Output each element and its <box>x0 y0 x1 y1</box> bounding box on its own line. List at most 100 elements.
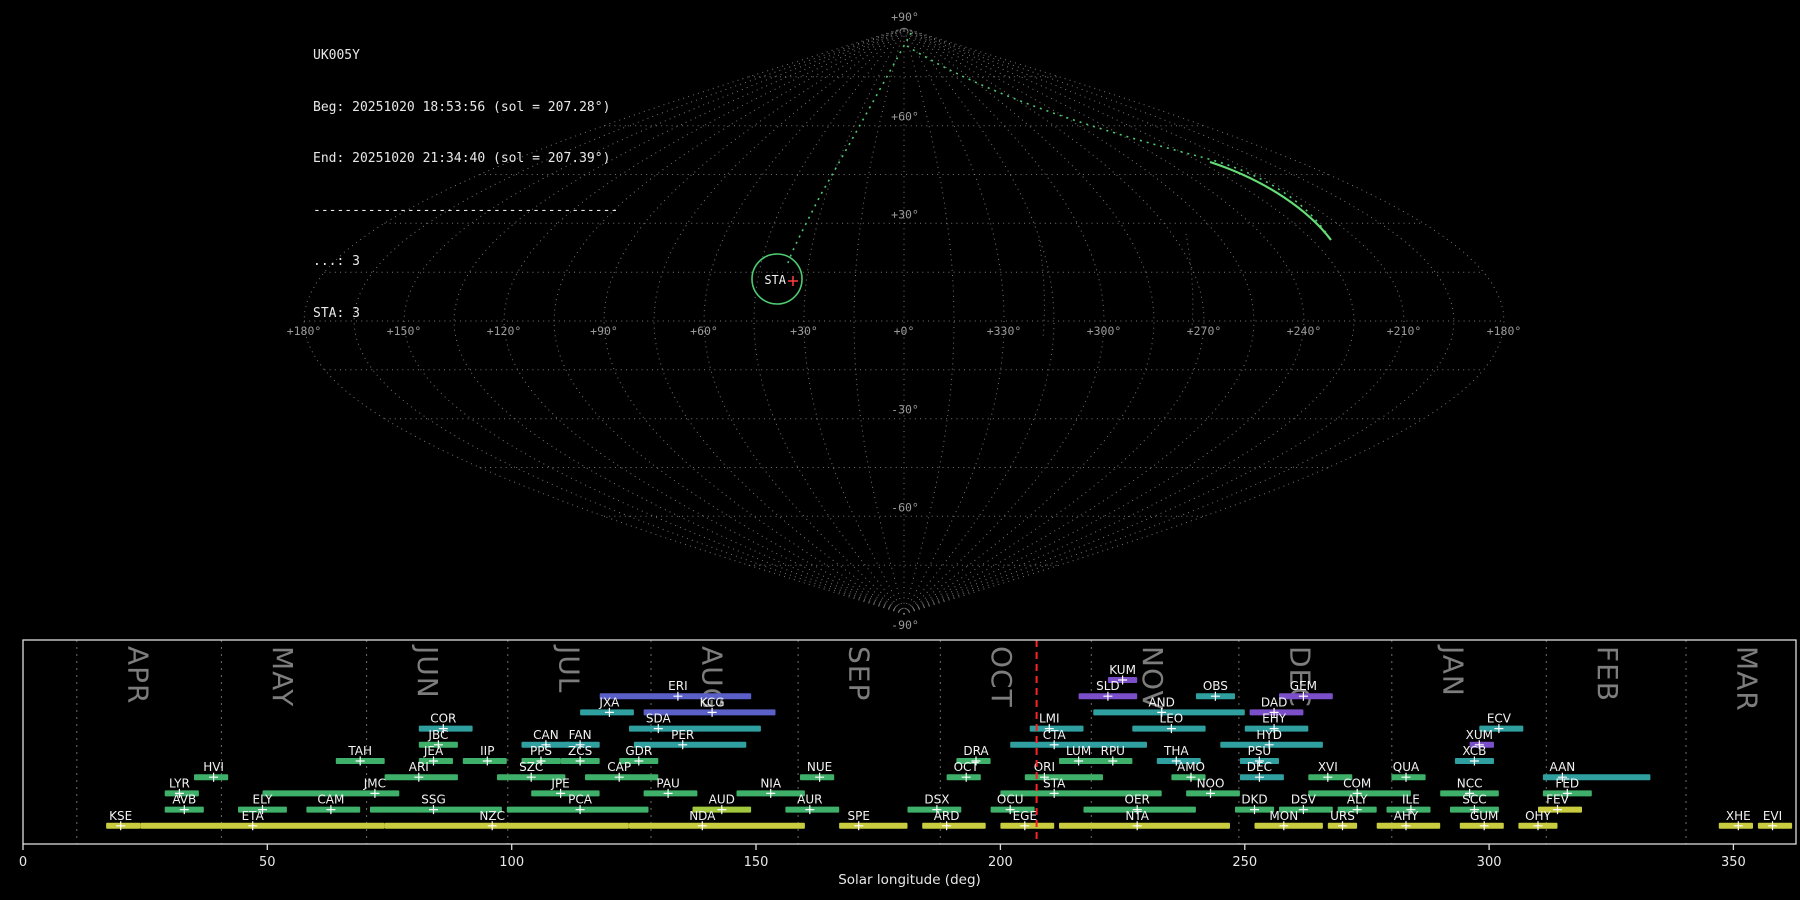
app-window: +180°+150°+120°+90°+60°+30°+0°+330°+300°… <box>0 0 1800 900</box>
shower-code-label: COM <box>1343 776 1371 790</box>
shower-NIA: NIA <box>737 776 805 798</box>
shower-code-label: NOO <box>1197 776 1225 790</box>
shower-KSE: KSE <box>106 809 140 831</box>
observation-info: UK005Y Beg: 20251020 18:53:56 (sol = 207… <box>313 13 618 356</box>
shower-code-label: FED <box>1555 776 1579 790</box>
shower-code-label: AHY <box>1394 809 1419 823</box>
shower-code-label: IIP <box>480 744 494 758</box>
x-axis-title: Solar longitude (deg) <box>838 872 981 888</box>
shower-NUE: NUE <box>800 760 834 782</box>
shower-SPE: SPE <box>839 809 907 831</box>
month-grid: APRMAYJUNJULAUGSEPOCTNOVDECJANFEBMAR <box>77 640 1764 844</box>
shower-code-label: CAN <box>533 728 559 742</box>
shower-code-label: DRA <box>963 744 989 758</box>
shower-code-label: XCB <box>1462 744 1486 758</box>
shower-code-label: JEA <box>423 744 444 758</box>
shower-code-label: HVI <box>203 760 224 774</box>
count-unclassified: ...: 3 <box>313 253 618 270</box>
shower-code-label: LMI <box>1039 712 1060 726</box>
shower-code-label: QUA <box>1393 760 1420 774</box>
shower-bar <box>385 823 629 829</box>
month-label: MAR <box>1731 646 1764 712</box>
shower-code-label: DSX <box>924 793 949 807</box>
shower-code-label: PAU <box>656 776 679 790</box>
shower-code-label: SPE <box>847 809 869 823</box>
shower-code-label: GDR <box>625 744 652 758</box>
shower-code-label: LYR <box>169 776 190 790</box>
shower-code-label: LEO <box>1160 712 1184 726</box>
shower-code-label: XUM <box>1466 728 1493 742</box>
shower-code-label: HYD <box>1256 728 1282 742</box>
shower-code-label: AAN <box>1550 760 1576 774</box>
shower-code-label: OCU <box>997 793 1024 807</box>
shower-code-label: EHY <box>1262 712 1287 726</box>
x-tick-label: 250 <box>1232 855 1257 870</box>
month-label: SEP <box>843 646 876 701</box>
shower-code-label: AUR <box>797 793 822 807</box>
x-tick-label: 200 <box>988 855 1013 870</box>
shower-bar <box>629 726 761 732</box>
shower-code-label: CAP <box>607 760 631 774</box>
x-tick-label: 100 <box>499 855 524 870</box>
shower-bars: KUMERISLDOBSGEMJXAKCGANDDADCORSDALMILEOE… <box>106 663 1792 830</box>
shower-code-label: ARD <box>934 809 960 823</box>
shower-code-label: PSU <box>1248 744 1272 758</box>
shower-code-label: AMO <box>1177 760 1205 774</box>
shower-QUA: QUA <box>1391 760 1425 782</box>
shower-bar <box>922 823 986 829</box>
shower-code-label: SCC <box>1462 793 1486 807</box>
shower-code-label: KSE <box>109 809 132 823</box>
shower-code-label: FAN <box>569 728 592 742</box>
shower-code-label: ILE <box>1402 793 1420 807</box>
shower-code-label: JPE <box>550 776 569 790</box>
shower-code-label: AVB <box>172 793 196 807</box>
shower-bar <box>1059 823 1230 829</box>
shower-DKD: DKD <box>1235 793 1274 815</box>
shower-code-label: OBS <box>1203 679 1228 693</box>
shower-code-label: KUM <box>1109 663 1136 677</box>
shower-code-label: STA <box>1043 776 1066 790</box>
shower-code-label: FEV <box>1546 793 1569 807</box>
shower-code-label: SDA <box>646 712 672 726</box>
shower-EVI: EVI <box>1758 809 1792 831</box>
month-label: APR <box>121 646 154 705</box>
shower-code-label: ELY <box>252 793 273 807</box>
shower-code-label: MON <box>1269 809 1298 823</box>
shower-OCT: OCT <box>947 760 981 782</box>
shower-code-label: DKD <box>1241 793 1267 807</box>
shower-code-label: OER <box>1125 793 1150 807</box>
shower-PCA: PCA <box>507 793 649 815</box>
shower-code-label: AND <box>1148 695 1174 709</box>
shower-code-label: THA <box>1163 744 1189 758</box>
shower-HVI: HVI <box>194 760 228 782</box>
shower-code-label: COR <box>430 712 456 726</box>
shower-URS: URS <box>1328 809 1357 831</box>
shower-XHE: XHE <box>1719 809 1753 831</box>
month-label: MAY <box>266 646 299 707</box>
shower-bar <box>140 823 384 829</box>
shower-code-label: NZC <box>479 809 505 823</box>
shower-code-label: JXA <box>598 695 620 709</box>
month-label: OCT <box>985 646 1018 708</box>
shower-code-label: PCA <box>568 793 593 807</box>
x-tick-label: 350 <box>1721 855 1746 870</box>
shower-bar <box>629 823 805 829</box>
station-code: UK005Y <box>313 47 618 64</box>
shower-code-label: URS <box>1330 809 1355 823</box>
shower-code-label: EVI <box>1763 809 1782 823</box>
shower-code-label: KCG <box>700 695 725 709</box>
shower-code-label: SLD <box>1096 679 1120 693</box>
shower-code-label: ETA <box>242 809 265 823</box>
x-tick-label: 150 <box>744 855 769 870</box>
shower-code-label: TAH <box>347 744 372 758</box>
shower-code-label: ALY <box>1347 793 1368 807</box>
shower-code-label: EGE <box>1013 809 1037 823</box>
shower-bar <box>839 823 907 829</box>
shower-code-label: NDA <box>689 809 716 823</box>
month-label: JUN <box>411 644 444 699</box>
shower-code-label: NTA <box>1125 809 1149 823</box>
shower-code-label: JMC <box>363 776 386 790</box>
shower-code-label: ZCS <box>568 744 592 758</box>
shower-code-label: DAD <box>1261 695 1287 709</box>
x-axis: 050100150200250300350Solar longitude (de… <box>19 844 1746 888</box>
